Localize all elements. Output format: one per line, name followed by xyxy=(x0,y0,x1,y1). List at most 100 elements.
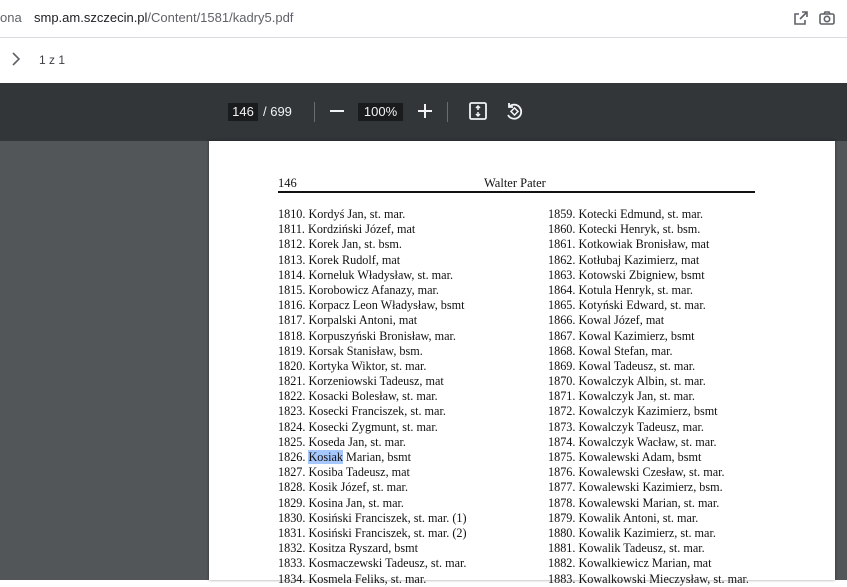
list-item: 1871. Kowalczyk Jan, st. mar. xyxy=(548,389,749,404)
entry-number: 1877. xyxy=(548,480,576,495)
entry-number: 1818. xyxy=(278,328,306,343)
entry-text: Kosecki Franciszek, st. mar. xyxy=(308,404,446,419)
entry-text: Kotecki Henryk, st. bsm. xyxy=(578,222,701,237)
entry-number: 1871. xyxy=(548,389,576,404)
list-item: 1878. Kowalewski Marian, st. mar. xyxy=(548,496,749,511)
entry-text: Korsak Stanisław, bsm. xyxy=(308,343,423,358)
entry-number: 1814. xyxy=(278,267,306,282)
entry-number: 1823. xyxy=(278,404,306,419)
list-item: 1862. Kotłubaj Kazimierz, mat xyxy=(548,253,749,268)
zoom-input[interactable]: 100% xyxy=(358,103,403,121)
entry-text: Kowal Stefan, mar. xyxy=(578,343,673,358)
entry-text: Korpacz Leon Władysław, bsmt xyxy=(308,298,465,313)
entry-text: Korzeniowski Tadeusz, mat xyxy=(308,374,444,389)
entry-number: 1817. xyxy=(278,313,306,328)
entry-number: 1816. xyxy=(278,298,306,313)
entry-text: Kowalczyk Albin, st. mar. xyxy=(578,374,706,389)
search-highlight: Kosiak xyxy=(308,450,343,464)
entry-number: 1822. xyxy=(278,389,306,404)
list-item: 1830. Kosiński Franciszek, st. mar. (1) xyxy=(278,511,467,526)
browser-address-bar: ona smp.am.szczecin.pl/Content/1581/kadr… xyxy=(0,0,847,38)
entry-text: Korneluk Władysław, st. mar. xyxy=(308,267,453,282)
list-item: 1869. Kowal Tadeusz, st. mar. xyxy=(548,359,749,374)
list-item: 1812. Korek Jan, st. bsm. xyxy=(278,237,467,252)
entry-text: Kowalczyk Jan, st. mar. xyxy=(578,389,695,404)
entry-text: Kowalik Kazimierz, st. mar. xyxy=(578,525,716,540)
minus-icon[interactable] xyxy=(326,100,348,122)
entry-number: 1862. xyxy=(548,252,576,267)
list-item: 1874. Kowalczyk Wacław, st. mar. xyxy=(548,435,749,450)
entry-text: Kowal Kazimierz, bsmt xyxy=(578,328,695,343)
list-item: 1821. Korzeniowski Tadeusz, mat xyxy=(278,374,467,389)
toolbar-divider xyxy=(314,102,315,122)
list-item: 1818. Korpuszyński Bronisław, mar. xyxy=(278,329,467,344)
entry-text: Kotkowiak Bronisław, mat xyxy=(578,237,710,252)
entry-text: Korobowicz Afanazy, mar. xyxy=(308,282,439,297)
entry-text: Korpuszyński Bronisław, mar. xyxy=(308,328,456,343)
right-column: 1859. Kotecki Edmund, st. mar. 1860. Kot… xyxy=(548,207,749,587)
entry-number: 1882. xyxy=(548,556,576,571)
pdf-info-bar: 1 z 1 xyxy=(0,38,847,83)
running-title: Walter Pater xyxy=(484,176,546,190)
list-item: 1865. Kotyński Edward, st. mar. xyxy=(548,298,749,313)
list-item: 1831. Kosiński Franciszek, st. mar. (2) xyxy=(278,526,467,541)
list-item: 1872. Kowalczyk Kazimierz, bsmt xyxy=(548,404,749,419)
list-item: 1826. Kosiak Marian, bsmt xyxy=(278,450,467,465)
list-item: 1833. Kosmaczewski Tadeusz, st. mar. xyxy=(278,556,467,571)
entry-number: 1825. xyxy=(278,434,306,449)
pdf-viewer[interactable]: 146 Walter Pater 1810. Kordyś Jan, st. m… xyxy=(0,141,847,586)
entry-number: 1861. xyxy=(548,237,576,252)
entry-text: Kotecki Edmund, st. mar. xyxy=(578,207,704,221)
entry-number: 1863. xyxy=(548,267,576,282)
entry-number: 1878. xyxy=(548,495,576,510)
rotate-icon[interactable] xyxy=(503,100,525,122)
entry-text: Kotyński Edward, st. mar. xyxy=(578,298,706,313)
list-item: 1814. Korneluk Władysław, st. mar. xyxy=(278,268,467,283)
entry-text: Marian, bsmt xyxy=(346,450,412,464)
entry-text: Kosmela Feliks, st. mar. xyxy=(308,571,427,586)
share-icon[interactable] xyxy=(792,9,810,27)
fit-page-icon[interactable] xyxy=(467,100,489,122)
entry-number: 1868. xyxy=(548,343,576,358)
entry-number: 1829. xyxy=(278,495,306,510)
entry-number: 1883. xyxy=(548,571,576,586)
entry-text: Korek Rudolf, mat xyxy=(308,252,401,267)
entry-number: 1873. xyxy=(548,419,576,434)
entry-number: 1859. xyxy=(548,207,576,221)
url-field[interactable]: smp.am.szczecin.pl/Content/1581/kadry5.p… xyxy=(34,10,293,25)
list-item: 1829. Kosina Jan, st. mar. xyxy=(278,496,467,511)
entry-number: 1819. xyxy=(278,343,306,358)
entry-text: Kowalik Antoni, st. mar. xyxy=(578,510,699,525)
entry-text: Koseda Jan, st. mar. xyxy=(308,434,406,449)
chevron-right-icon[interactable] xyxy=(8,50,24,68)
entry-number: 1880. xyxy=(548,525,576,540)
list-item: 1816. Korpacz Leon Władysław, bsmt xyxy=(278,298,467,313)
page-number-input[interactable]: 146 xyxy=(228,103,258,121)
list-item: 1876. Kowalewski Czesław, st. mar. xyxy=(548,465,749,480)
entry-text: Kosacki Bolesław, st. mar. xyxy=(308,389,438,404)
entry-number: 1827. xyxy=(278,465,306,480)
entry-text: Kosmaczewski Tadeusz, st. mar. xyxy=(308,556,467,571)
list-item: 1864. Kotula Henryk, st. mar. xyxy=(548,283,749,298)
entry-text: Kosiński Franciszek, st. mar. (1) xyxy=(308,510,467,525)
entry-number: 1834. xyxy=(278,571,306,586)
entry-number: 1833. xyxy=(278,556,306,571)
entry-text: Korpalski Antoni, mat xyxy=(308,313,418,328)
list-item: 1881. Kowalik Tadeusz, st. mar. xyxy=(548,541,749,556)
list-item: 1820. Kortyka Wiktor, st. mar. xyxy=(278,359,467,374)
total-pages-label: / 699 xyxy=(263,104,292,119)
entry-text: Korek Jan, st. bsm. xyxy=(308,237,402,252)
entry-number: 1810. xyxy=(278,207,306,221)
list-item: 1827. Kosiba Tadeusz, mat xyxy=(278,465,467,480)
list-item: 1882. Kowalkiewicz Marian, mat xyxy=(548,556,749,571)
entry-text: Kowal Józef, mat xyxy=(578,313,665,328)
plus-icon[interactable] xyxy=(414,100,436,122)
entry-number: 1881. xyxy=(548,541,576,556)
entry-number: 1832. xyxy=(278,541,306,556)
pdf-page: 146 Walter Pater 1810. Kordyś Jan, st. m… xyxy=(209,141,835,586)
entry-number: 1874. xyxy=(548,434,576,449)
camera-icon[interactable] xyxy=(818,9,836,27)
entry-text: Kowalewski Czesław, st. mar. xyxy=(578,465,725,480)
list-item: 1819. Korsak Stanisław, bsm. xyxy=(278,344,467,359)
list-item: 1822. Kosacki Bolesław, st. mar. xyxy=(278,389,467,404)
